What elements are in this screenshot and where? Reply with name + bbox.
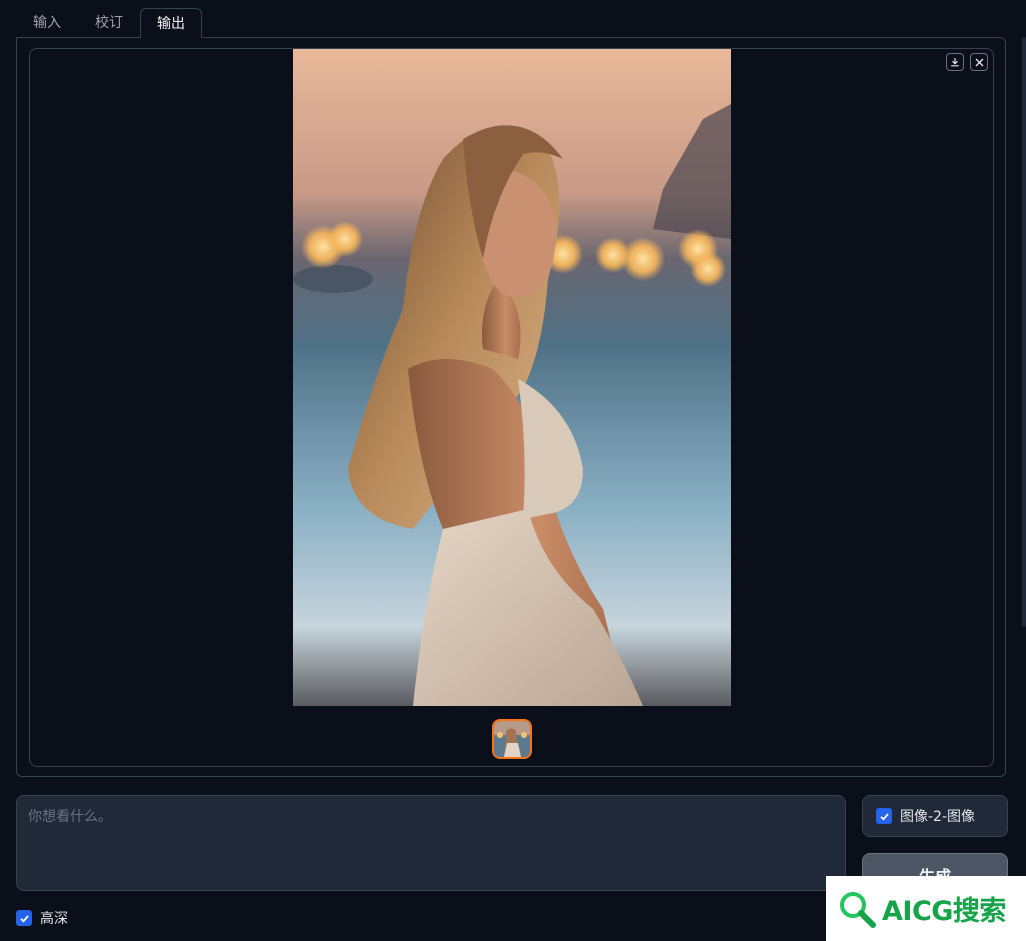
tab-output[interactable]: 输出 [140, 8, 202, 38]
download-icon [950, 57, 960, 67]
hd-toggle[interactable]: 高深 [16, 908, 68, 928]
hd-label: 高深 [40, 911, 68, 927]
magnifier-icon [836, 888, 878, 930]
image-thumbnail[interactable] [492, 719, 532, 759]
prompt-input[interactable] [17, 796, 845, 890]
close-button[interactable] [970, 53, 988, 71]
scrollbar[interactable] [1022, 37, 1026, 627]
hd-checkbox[interactable] [16, 910, 32, 926]
prompt-box [16, 795, 846, 891]
tab-input[interactable]: 输入 [16, 8, 78, 38]
watermark-logo: AICG搜索 [826, 876, 1026, 941]
tab-revise[interactable]: 校订 [78, 8, 140, 38]
img2img-toggle[interactable]: 图像-2-图像 [862, 795, 1008, 837]
close-icon [975, 58, 984, 67]
img2img-label: 图像-2-图像 [900, 809, 976, 825]
img2img-checkbox[interactable] [876, 808, 892, 824]
download-button[interactable] [946, 53, 964, 71]
watermark-text: AICG搜索 [882, 896, 1006, 927]
generated-image[interactable] [293, 49, 731, 706]
